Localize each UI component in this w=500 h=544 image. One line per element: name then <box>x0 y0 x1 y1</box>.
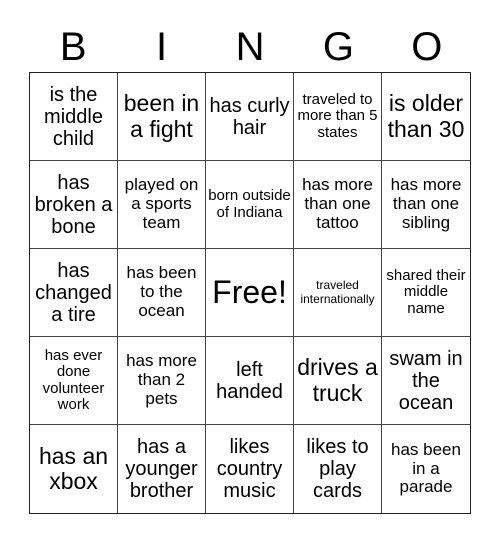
cell-label: is the middle child <box>44 83 103 150</box>
cell-label: has a younger brother <box>125 436 198 502</box>
header-letter-b: B <box>59 25 87 69</box>
bingo-cell[interactable]: has changed a tire <box>30 249 118 337</box>
cell-label: shared their middle name <box>386 266 466 317</box>
cell-label: likes country music <box>216 436 283 502</box>
bingo-cell[interactable]: been in a fight <box>118 73 206 161</box>
cell-label: has more than one tattoo <box>302 175 373 232</box>
bingo-cell[interactable]: has more than 2 pets <box>118 337 206 425</box>
cell-label: likes to play cards <box>306 436 369 502</box>
bingo-cell[interactable]: shared their middle name <box>382 249 470 337</box>
cell-label: swam in the ocean <box>389 347 463 414</box>
cell-label: has ever done volunteer work <box>42 346 105 413</box>
bingo-cell[interactable]: swam in the ocean <box>382 337 470 425</box>
cell-label: left handed <box>216 358 283 403</box>
cell-label: has more than 2 pets <box>126 351 197 408</box>
cell-label: traveled internationally <box>300 278 375 306</box>
cell-label: has curly hair <box>209 94 290 139</box>
free-space-cell[interactable]: Free! <box>206 249 294 337</box>
bingo-cell[interactable]: born outside of Indiana <box>206 161 294 249</box>
cell-label: has been in a parade <box>391 439 461 497</box>
bingo-cell[interactable]: left handed <box>206 337 294 425</box>
cell-label: has more than one sibling <box>390 175 462 232</box>
bingo-cell[interactable]: played on a sports team <box>118 161 206 249</box>
cell-label: played on a sports team <box>124 175 199 232</box>
cell-label: drives a truck <box>297 354 378 406</box>
header-letter-i: I <box>156 25 168 69</box>
bingo-cell[interactable]: has more than one tattoo <box>294 161 382 249</box>
bingo-cell[interactable]: likes country music <box>206 425 294 513</box>
cell-label: Free! <box>212 273 287 310</box>
bingo-cell[interactable]: drives a truck <box>294 337 382 425</box>
header-letter-o: O <box>411 25 443 69</box>
header-letter-g: G <box>322 25 354 69</box>
bingo-card: is the middle child been in a fight has cu… <box>29 72 471 514</box>
bingo-cell[interactable]: is older than 30 <box>382 73 470 161</box>
bingo-cell[interactable]: is the middle child <box>30 73 118 161</box>
header-letter-n: N <box>235 25 265 69</box>
cell-label: born outside of Indiana <box>208 187 291 221</box>
cell-label: has an xbox <box>38 442 109 494</box>
bingo-cell[interactable]: has more than one sibling <box>382 161 470 249</box>
bingo-cell[interactable]: likes to play cards <box>294 425 382 513</box>
bingo-cell[interactable]: has been in a parade <box>382 425 470 513</box>
cell-label: traveled to more than 5 states <box>297 90 378 141</box>
cell-label: has been to the ocean <box>126 263 197 320</box>
bingo-cell[interactable]: has a younger brother <box>118 425 206 513</box>
cell-label: has changed a tire <box>35 259 112 326</box>
cell-label: been in a fight <box>123 90 200 142</box>
bingo-header: B I N G O <box>29 22 471 72</box>
bingo-cell[interactable]: has broken a bone <box>30 161 118 249</box>
cell-label: has broken a bone <box>34 171 113 238</box>
bingo-cell[interactable]: traveled to more than 5 states <box>294 73 382 161</box>
cell-label: is older than 30 <box>387 90 465 142</box>
bingo-cell[interactable]: traveled internationally <box>294 249 382 337</box>
bingo-cell[interactable]: has ever done volunteer work <box>30 337 118 425</box>
bingo-cell[interactable]: has an xbox <box>30 425 118 513</box>
bingo-cell[interactable]: has curly hair <box>206 73 294 161</box>
bingo-cell[interactable]: has been to the ocean <box>118 249 206 337</box>
